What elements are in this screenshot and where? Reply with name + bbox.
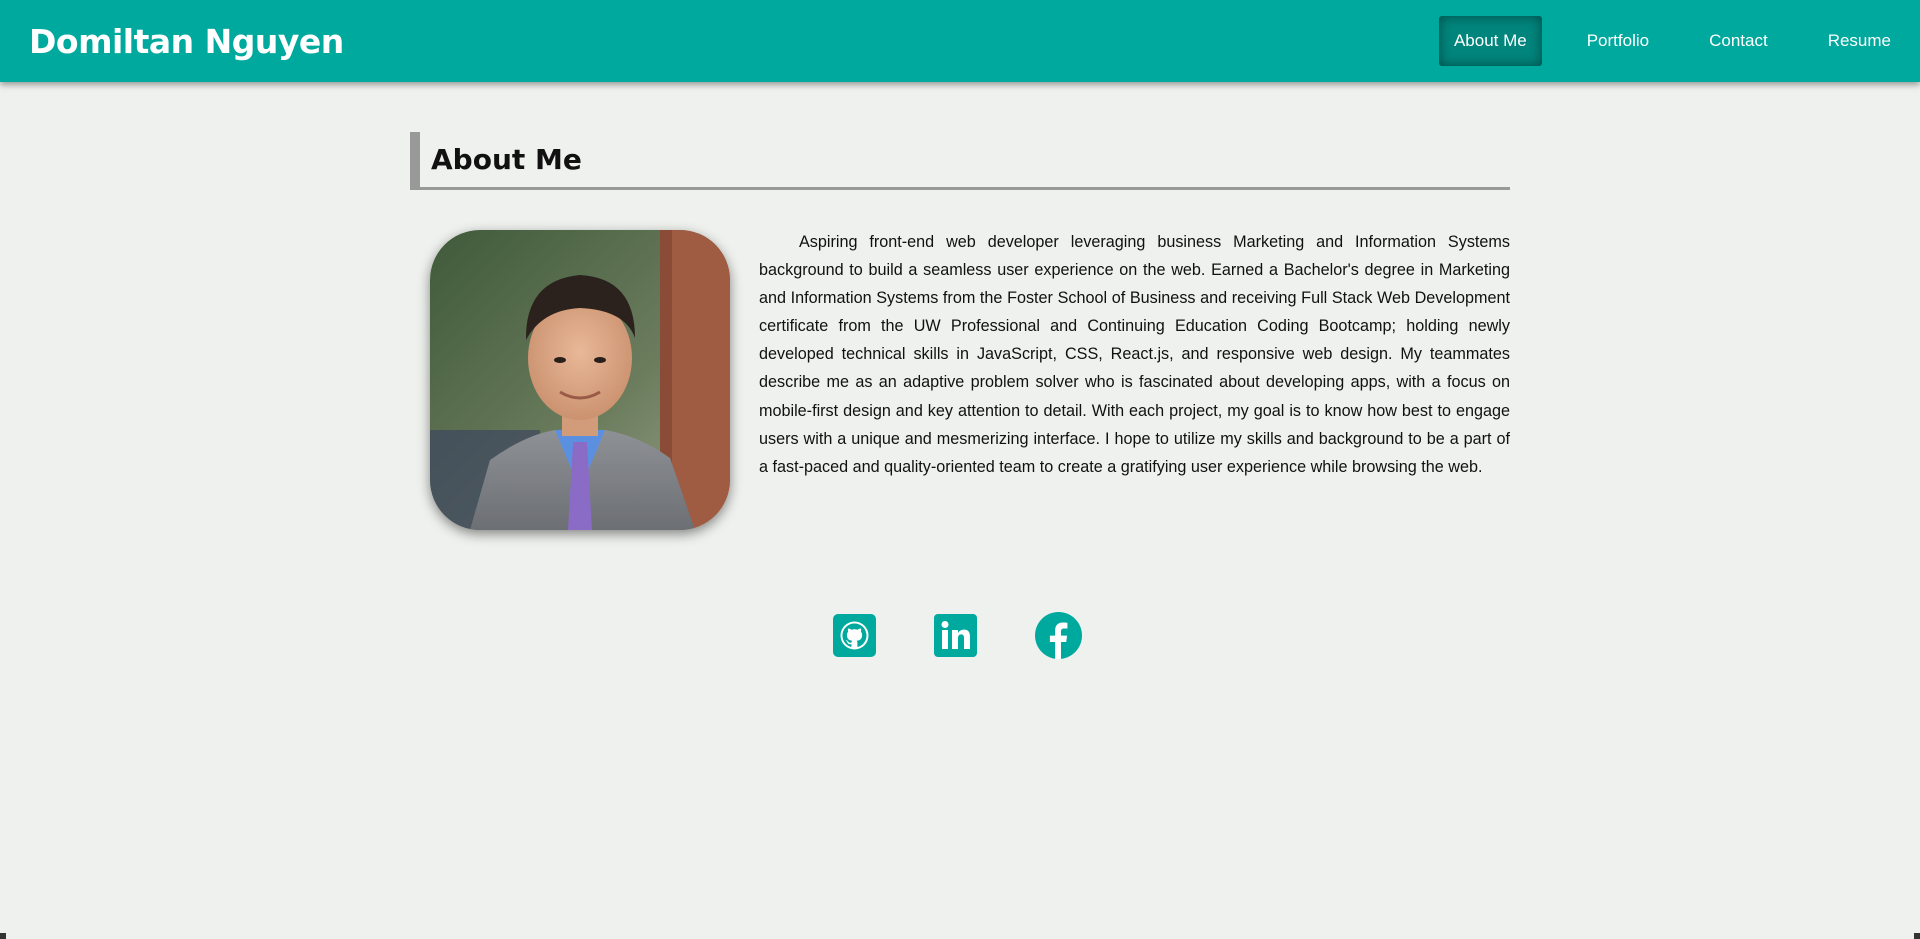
nav-resume[interactable]: Resume <box>1813 16 1906 66</box>
corner-mark-right <box>1914 933 1920 939</box>
main-nav: About Me Portfolio Contact Resume <box>1409 0 1920 82</box>
social-links-row <box>832 612 1082 664</box>
linkedin-icon[interactable] <box>933 614 977 662</box>
social-links <box>0 612 1920 664</box>
nav-portfolio[interactable]: Portfolio <box>1572 16 1664 66</box>
bio-text: Aspiring front-end web developer leverag… <box>759 233 1510 476</box>
about-content: Aspiring front-end web developer leverag… <box>410 230 1510 530</box>
portrait-image <box>430 230 730 530</box>
navbar: Domiltan Nguyen About Me Portfolio Conta… <box>0 0 1920 82</box>
profile-photo <box>430 230 730 530</box>
github-icon[interactable] <box>832 614 876 662</box>
corner-mark-left <box>0 933 6 939</box>
brand-name[interactable]: Domiltan Nguyen <box>29 22 344 61</box>
about-section: About Me Aspiring front-end web develope… <box>410 132 1510 530</box>
nav-about-me[interactable]: About Me <box>1438 16 1542 66</box>
nav-contact[interactable]: Contact <box>1694 16 1783 66</box>
facebook-icon[interactable] <box>1034 612 1082 664</box>
section-title: About Me <box>410 132 1510 190</box>
